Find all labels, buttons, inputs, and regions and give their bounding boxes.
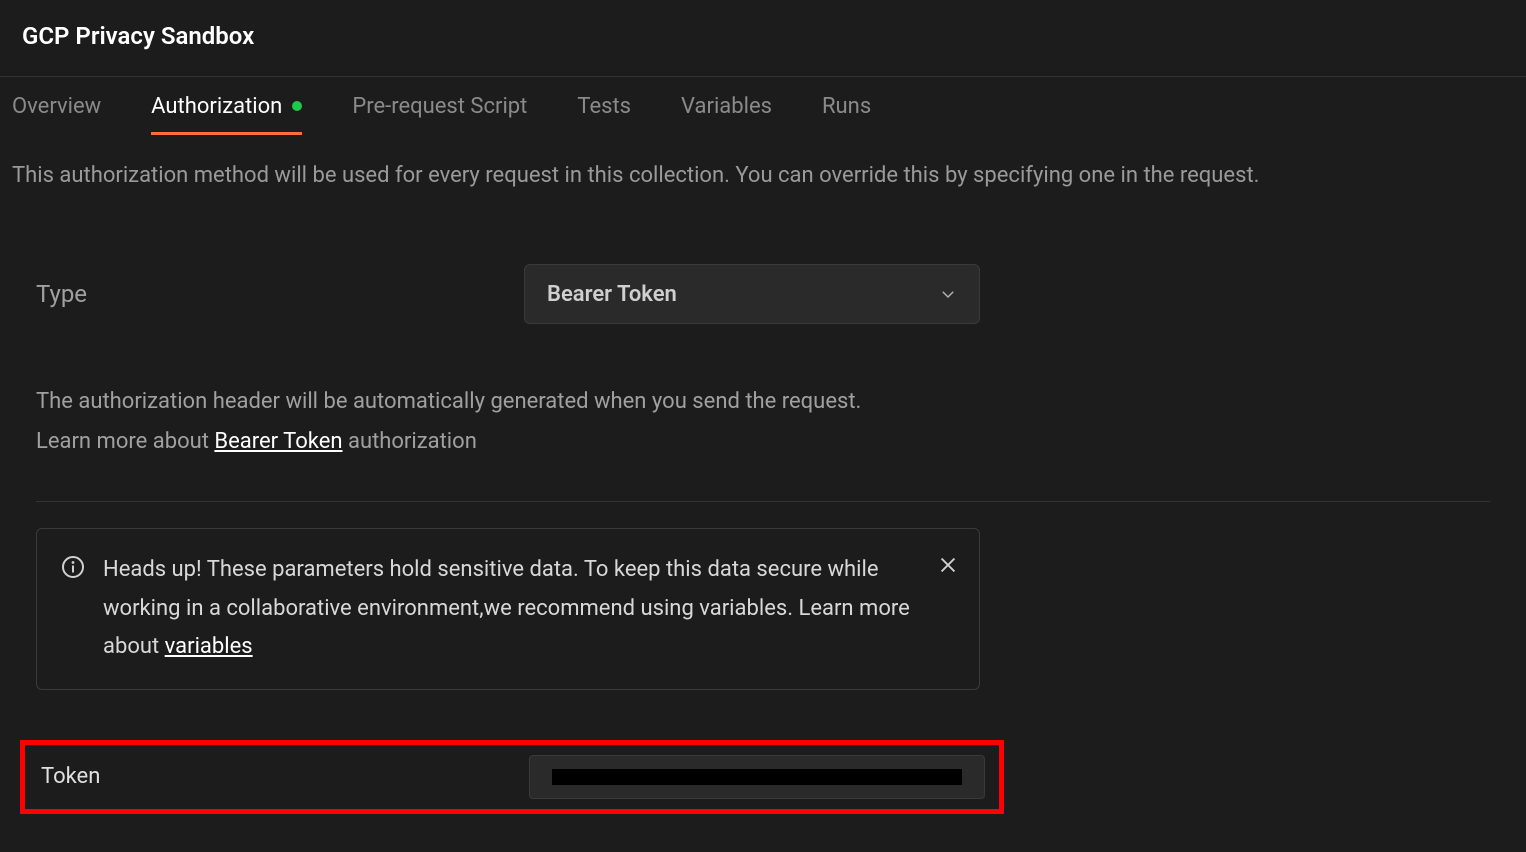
token-redacted-value [552, 769, 962, 785]
tab-label: Runs [822, 94, 871, 119]
auth-helper-learn-pre: Learn more about [36, 429, 214, 454]
tab-tests[interactable]: Tests [577, 77, 631, 135]
tab-label: Pre-request Script [352, 94, 527, 119]
token-input[interactable] [529, 755, 985, 799]
auth-type-label: Type [36, 280, 524, 308]
tab-overview[interactable]: Overview [12, 77, 101, 135]
tabs: Overview Authorization Pre-request Scrip… [0, 77, 1526, 135]
divider [36, 501, 1490, 502]
variables-link[interactable]: variables [165, 634, 253, 659]
alert-text: Heads up! These parameters hold sensitiv… [103, 551, 955, 667]
tab-variables[interactable]: Variables [681, 77, 772, 135]
tab-label: Tests [577, 94, 631, 119]
auth-helper-line1: The authorization header will be automat… [36, 389, 861, 414]
auth-type-selected: Bearer Token [547, 282, 677, 307]
auth-description: This authorization method will be used f… [0, 135, 1526, 198]
auth-type-select[interactable]: Bearer Token [524, 264, 980, 324]
auth-helper-text: The authorization header will be automat… [36, 382, 1490, 461]
tab-pre-request-script[interactable]: Pre-request Script [352, 77, 527, 135]
tab-label: Authorization [151, 94, 282, 119]
bearer-token-link[interactable]: Bearer Token [214, 429, 342, 454]
chevron-down-icon [939, 285, 957, 303]
tab-runs[interactable]: Runs [822, 77, 871, 135]
status-dot-icon [292, 101, 302, 111]
tab-label: Variables [681, 94, 772, 119]
page-title: GCP Privacy Sandbox [0, 0, 1526, 76]
info-icon [61, 555, 85, 579]
close-alert-button[interactable] [937, 551, 959, 590]
tab-label: Overview [12, 94, 101, 119]
tab-authorization[interactable]: Authorization [151, 77, 302, 135]
close-icon [937, 554, 959, 576]
sensitive-data-alert: Heads up! These parameters hold sensitiv… [36, 528, 980, 690]
auth-helper-learn-post: authorization [343, 429, 477, 454]
token-row-highlight: Token [20, 740, 1004, 814]
token-label: Token [41, 764, 529, 789]
